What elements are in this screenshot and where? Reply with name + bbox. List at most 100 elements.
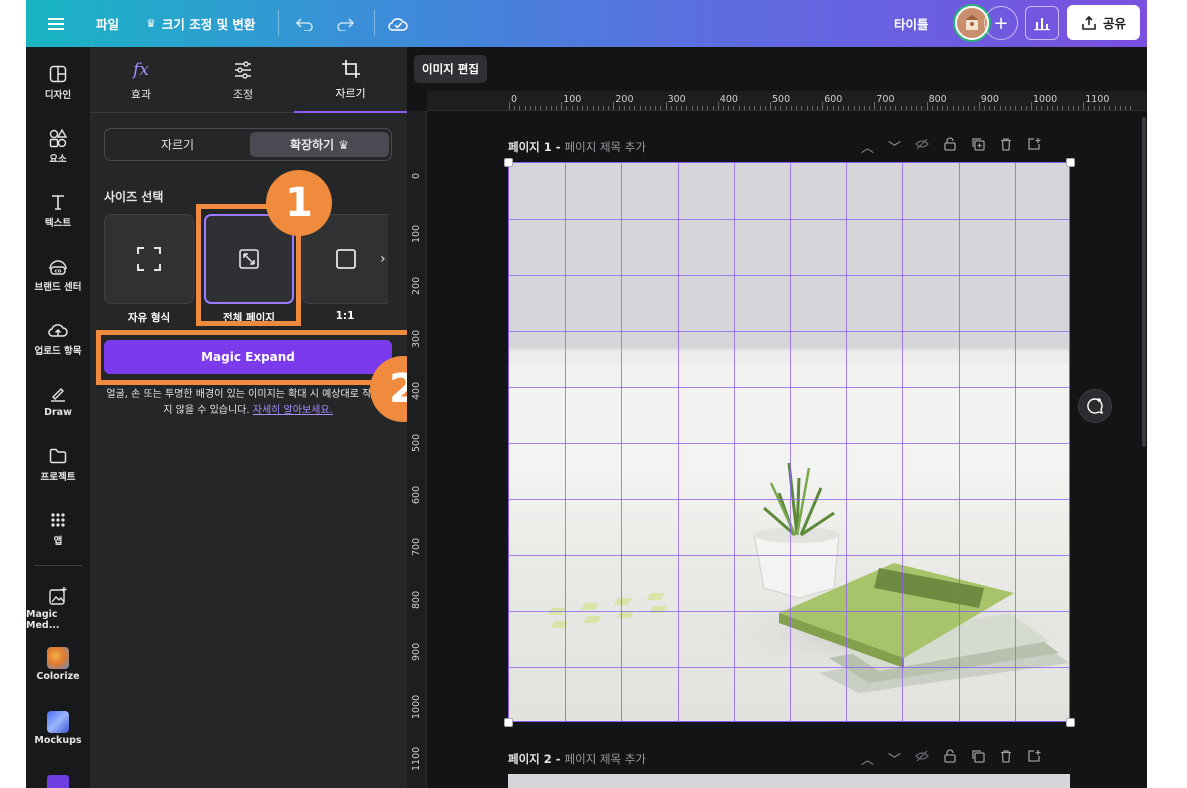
ruler-tick <box>608 106 610 110</box>
ruler-tick <box>743 106 745 110</box>
size-label-square: 1:1 <box>335 310 355 322</box>
grid-line <box>846 163 848 721</box>
app-icon-partial[interactable] <box>47 775 69 788</box>
resize-handle-tr[interactable] <box>1066 158 1075 167</box>
hide-icon[interactable] <box>915 137 929 151</box>
resize-handle-bl[interactable] <box>504 718 513 727</box>
menu-icon[interactable] <box>48 0 64 47</box>
rail-item-mockups[interactable]: Mockups <box>26 711 90 746</box>
resize-handle-tl[interactable] <box>504 158 513 167</box>
square-icon <box>335 249 356 269</box>
analytics-button[interactable] <box>1025 6 1059 40</box>
resize-menu[interactable]: ♛ 크기 조정 및 변환 <box>146 0 255 47</box>
ruler-tick <box>984 106 986 110</box>
ruler-tick <box>806 106 808 110</box>
tab-crop[interactable]: 자르기 <box>294 47 407 113</box>
chevron-up-icon[interactable]: ︿ <box>861 137 874 156</box>
mockups-icon <box>47 711 69 733</box>
rail-item-elements[interactable]: 요소 <box>26 127 90 165</box>
ruler-tick <box>555 106 557 110</box>
grid-line <box>509 275 1069 276</box>
learn-more-link[interactable]: 자세히 알아보세요. <box>253 405 333 416</box>
ruler-tick <box>921 106 923 110</box>
grid-line <box>509 667 1069 668</box>
ruler-tick <box>978 102 980 110</box>
ruler-tick <box>707 106 709 110</box>
ruler-tick <box>670 106 672 110</box>
design-title[interactable]: 타이틀 <box>894 0 929 47</box>
duplicate-icon[interactable] <box>971 137 985 151</box>
trash-icon[interactable] <box>999 137 1013 151</box>
size-option-freeform[interactable] <box>104 214 194 304</box>
chevron-right-icon[interactable]: › <box>380 251 386 267</box>
ruler-tick <box>665 102 667 110</box>
add-collaborator-button[interactable]: + <box>984 6 1018 40</box>
page-1-canvas[interactable] <box>508 162 1070 722</box>
grid-line <box>509 443 1069 444</box>
tab-label: 조정 <box>232 88 254 101</box>
share-button[interactable]: 공유 <box>1067 5 1140 40</box>
grid-line <box>1014 163 1016 721</box>
duplicate-icon[interactable] <box>971 749 985 763</box>
resize-handle-br[interactable] <box>1066 718 1075 727</box>
ruler-tick <box>592 106 594 110</box>
ruler-tick <box>576 106 578 110</box>
rail-label: Colorize <box>36 671 80 682</box>
rail-item-draw[interactable]: Draw <box>26 383 90 418</box>
ruler-tick <box>937 106 939 110</box>
vertical-scrollbar[interactable] <box>1142 117 1146 447</box>
rail-item-colorize[interactable]: Colorize <box>26 647 90 682</box>
ruler-tick <box>1010 106 1012 110</box>
ruler-tick <box>1124 106 1126 110</box>
rail-item-brand[interactable]: co 브랜드 센터 <box>26 255 90 293</box>
ruler-tick <box>1004 106 1006 110</box>
grid-line <box>790 163 791 721</box>
plant-pot-image <box>753 462 840 599</box>
page-2-canvas[interactable] <box>508 774 1070 788</box>
rail-item-projects[interactable]: 프로젝트 <box>26 445 90 483</box>
rail-item-design[interactable]: 디자인 <box>26 63 90 101</box>
unlock-icon[interactable] <box>943 137 957 151</box>
ruler-tick <box>957 106 959 110</box>
chevron-up-icon[interactable]: ︿ <box>861 749 874 768</box>
segment-crop[interactable]: 자르기 <box>108 132 247 157</box>
svg-text:co: co <box>54 269 61 275</box>
rail-item-apps[interactable]: 앱 <box>26 509 90 547</box>
chevron-down-icon[interactable]: ﹀ <box>888 137 901 156</box>
redo-icon[interactable] <box>336 0 354 47</box>
page-2-title[interactable]: 페이지 2 - 페이지 제목 추가 <box>508 751 646 767</box>
page-1-title[interactable]: 페이지 1 - 페이지 제목 추가 <box>508 139 646 155</box>
tab-adjust[interactable]: 조정 <box>192 47 294 113</box>
trash-icon[interactable] <box>999 749 1013 763</box>
ruler-tick <box>1025 106 1027 110</box>
ruler-tick <box>759 106 761 110</box>
ruler-tick <box>989 106 991 110</box>
unlock-icon[interactable] <box>943 749 957 763</box>
ruler-label: 0 <box>411 172 422 179</box>
grid-line <box>621 163 623 721</box>
cloud-saved-icon[interactable] <box>388 0 408 47</box>
ruler-tick <box>879 106 881 110</box>
rail-item-text[interactable]: 텍스트 <box>26 191 90 229</box>
ruler-tick <box>717 102 719 110</box>
ruler-tick <box>1051 106 1053 110</box>
tab-effects[interactable]: fx 효과 <box>90 47 192 113</box>
rail-item-magic-media[interactable]: Magic Med... <box>26 585 90 631</box>
segment-expand[interactable]: 확장하기 ♛ <box>250 132 389 157</box>
comment-add-button[interactable] <box>1078 389 1112 423</box>
crop-mode-toggle: 자르기 확장하기 ♛ <box>104 128 392 161</box>
ruler-tick <box>1046 106 1048 110</box>
edit-image-tag[interactable]: 이미지 편집 <box>414 55 487 83</box>
hide-icon[interactable] <box>915 749 929 763</box>
ruler-label: 1000 <box>411 694 422 719</box>
add-page-icon[interactable] <box>1027 749 1041 763</box>
ruler-tick <box>1114 106 1116 110</box>
ruler-tick <box>655 106 657 110</box>
file-menu[interactable]: 파일 <box>96 0 119 47</box>
ruler-tick <box>764 106 766 110</box>
rail-item-uploads[interactable]: 업로드 항목 <box>26 319 90 357</box>
undo-icon[interactable] <box>296 0 314 47</box>
add-page-icon[interactable] <box>1027 137 1041 151</box>
chevron-down-icon[interactable]: ﹀ <box>888 749 901 768</box>
ruler-tick <box>681 106 683 110</box>
